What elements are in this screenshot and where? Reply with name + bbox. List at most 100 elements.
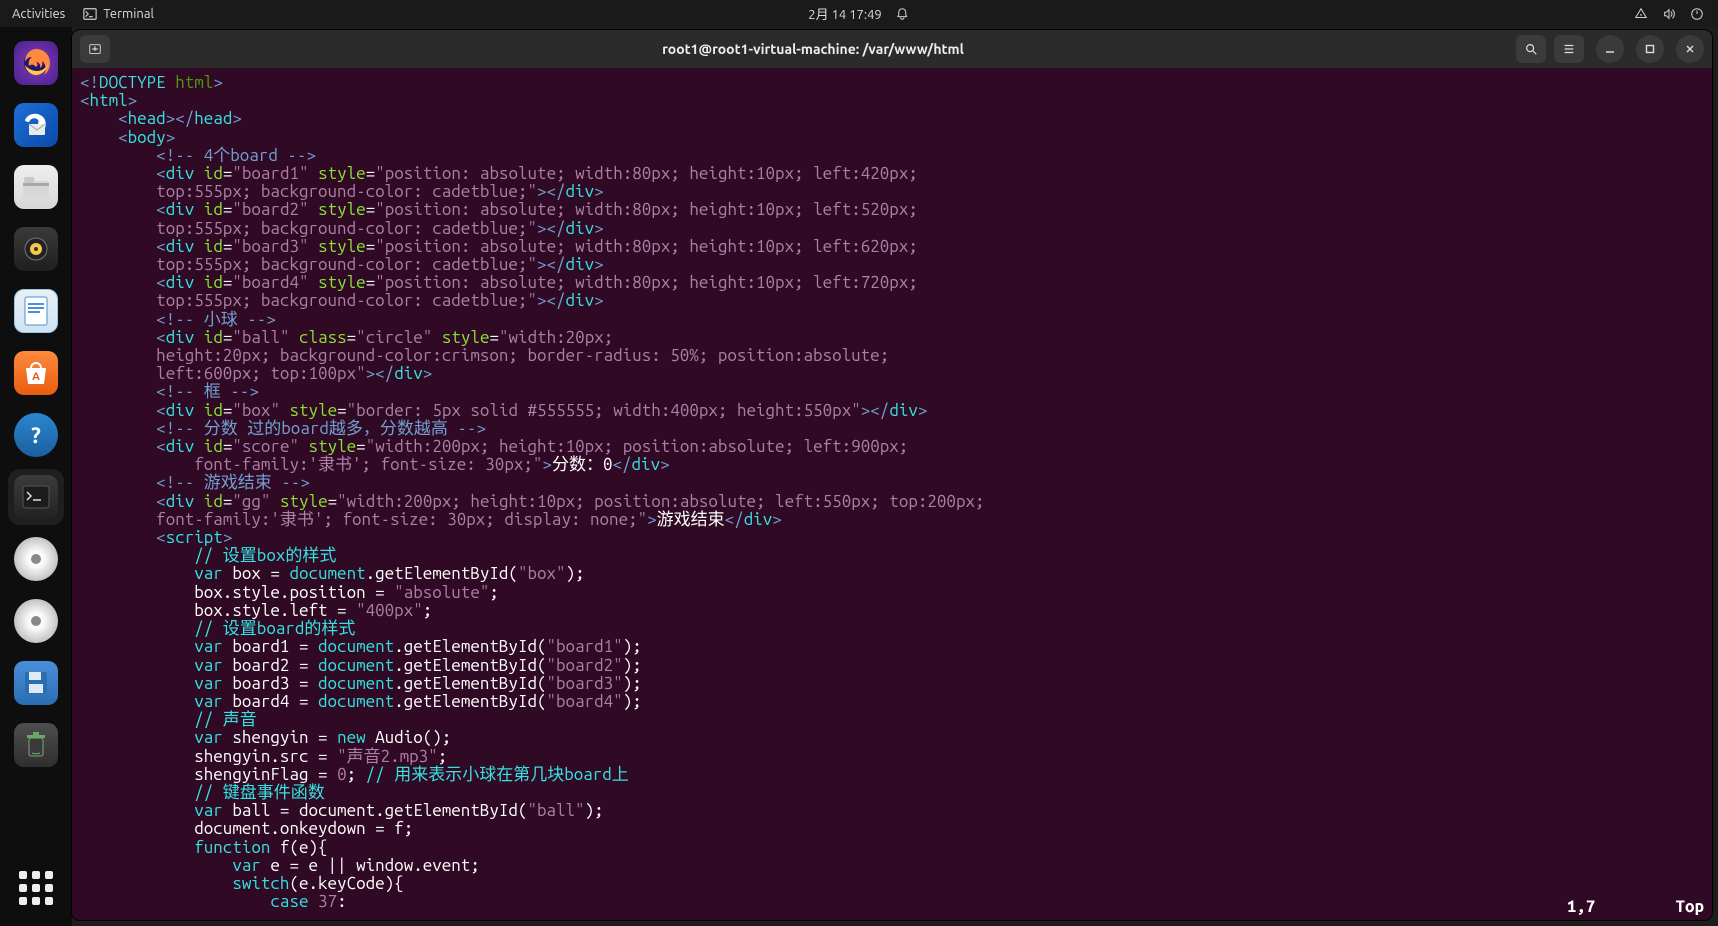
code-token: >	[423, 364, 433, 383]
code-token	[309, 273, 319, 292]
power-icon[interactable]	[1690, 7, 1704, 21]
code-token: id	[204, 273, 223, 292]
code-token: // 键盘事件函数	[194, 783, 325, 802]
code-token: div	[166, 401, 195, 420]
code-token: html	[90, 91, 128, 110]
code-token: document	[318, 674, 394, 693]
code-token	[299, 437, 309, 456]
firefox-launcher[interactable]	[8, 35, 64, 91]
code-token: =	[223, 437, 233, 456]
search-button[interactable]	[1516, 35, 1546, 63]
code-token: (e.keyCode){	[289, 874, 403, 893]
maximize-button[interactable]	[1636, 35, 1664, 63]
code-token: "position: absolute; width:80px; height:…	[375, 164, 918, 183]
disk2-launcher[interactable]	[8, 593, 64, 649]
code-token: top:555px; background-color: cadetblue;"	[156, 219, 537, 238]
help-launcher[interactable]: ?	[8, 407, 64, 463]
show-applications-button[interactable]	[8, 860, 64, 916]
code-token: board3 =	[223, 674, 318, 693]
notification-bell-icon[interactable]	[896, 7, 910, 21]
code-token: "ball"	[232, 328, 289, 347]
code-token: id	[204, 328, 223, 347]
code-token: <	[156, 437, 166, 456]
thunderbird-launcher[interactable]	[8, 97, 64, 153]
code-token: style	[309, 437, 357, 456]
code-token: id	[204, 164, 223, 183]
code-token: <	[156, 328, 166, 347]
terminal-launcher[interactable]	[8, 469, 64, 525]
trash-launcher[interactable]	[8, 717, 64, 773]
code-token: >	[772, 510, 782, 529]
window-title: root1@root1-virtual-machine: /var/www/ht…	[118, 41, 1508, 57]
close-button[interactable]	[1676, 35, 1704, 63]
code-token: switch	[232, 874, 289, 893]
disk1-launcher[interactable]	[8, 531, 64, 587]
shopping-bag-icon: A	[21, 360, 51, 386]
minimize-button[interactable]	[1596, 35, 1624, 63]
code-token: >	[647, 510, 657, 529]
code-token: >	[166, 128, 176, 147]
code-token	[194, 237, 204, 256]
code-token: ;	[489, 583, 499, 602]
code-token: >	[918, 401, 928, 420]
code-token: =	[223, 273, 233, 292]
code-token: div	[566, 182, 595, 201]
vim-status-line: 1,7 Top	[80, 898, 1704, 916]
code-token: "400px"	[356, 601, 423, 620]
floppy-icon	[22, 669, 50, 697]
clock[interactable]: 2月 14 17:49	[808, 4, 881, 23]
maximize-icon	[1645, 44, 1655, 54]
new-tab-icon	[88, 42, 102, 56]
code-token	[194, 273, 204, 292]
code-token: =	[328, 492, 338, 511]
code-token: =	[223, 237, 233, 256]
app-indicator[interactable]: Terminal	[83, 7, 154, 21]
code-token: "gg"	[232, 492, 270, 511]
code-token: div	[566, 291, 595, 310]
network-icon[interactable]	[1634, 7, 1648, 21]
terminal-icon	[21, 484, 51, 510]
floppy-launcher[interactable]	[8, 655, 64, 711]
files-launcher[interactable]	[8, 159, 64, 215]
code-token: var	[194, 692, 223, 711]
code-token: style	[318, 164, 366, 183]
code-token: var	[194, 801, 223, 820]
code-token: document	[289, 564, 365, 583]
code-token: div	[166, 164, 195, 183]
code-token: div	[566, 255, 595, 274]
close-icon	[1685, 44, 1695, 54]
software-center-launcher[interactable]: A	[8, 345, 64, 401]
menu-button[interactable]	[1554, 35, 1584, 63]
code-token: Audio();	[366, 728, 452, 747]
code-token: .getElementById(	[394, 656, 546, 675]
code-token: <!	[80, 73, 99, 92]
new-tab-button[interactable]	[80, 35, 110, 63]
code-token: id	[204, 200, 223, 219]
code-token: shengyinFlag =	[194, 765, 337, 784]
code-token	[309, 200, 319, 219]
code-token: div	[166, 237, 195, 256]
code-token: "absolute"	[394, 583, 489, 602]
code-token: div	[566, 219, 595, 238]
code-token: div	[166, 328, 195, 347]
code-token: <	[80, 91, 90, 110]
rhythmbox-launcher[interactable]	[8, 221, 64, 277]
code-token: body	[128, 128, 166, 147]
code-token: board4 =	[223, 692, 318, 711]
code-token: ;	[347, 765, 366, 784]
code-token: >	[128, 91, 138, 110]
code-token: "board2"	[547, 656, 623, 675]
code-token: <	[118, 128, 128, 147]
code-token: ;	[438, 747, 448, 766]
code-token: var	[232, 856, 261, 875]
terminal-output[interactable]: <!DOCTYPE html> <html> <head></head> <bo…	[72, 68, 1712, 920]
activities-button[interactable]: Activities	[12, 7, 65, 21]
libreoffice-writer-launcher[interactable]	[8, 283, 64, 339]
code-token: "border: 5px solid #555555; width:400px;…	[347, 401, 861, 420]
trash-icon	[24, 731, 48, 759]
volume-icon[interactable]	[1662, 7, 1676, 21]
gnome-top-panel: Activities Terminal 2月 14 17:49	[0, 0, 1718, 27]
code-token: <	[118, 109, 128, 128]
code-token: head	[128, 109, 166, 128]
code-token: .getElementById(	[366, 564, 518, 583]
